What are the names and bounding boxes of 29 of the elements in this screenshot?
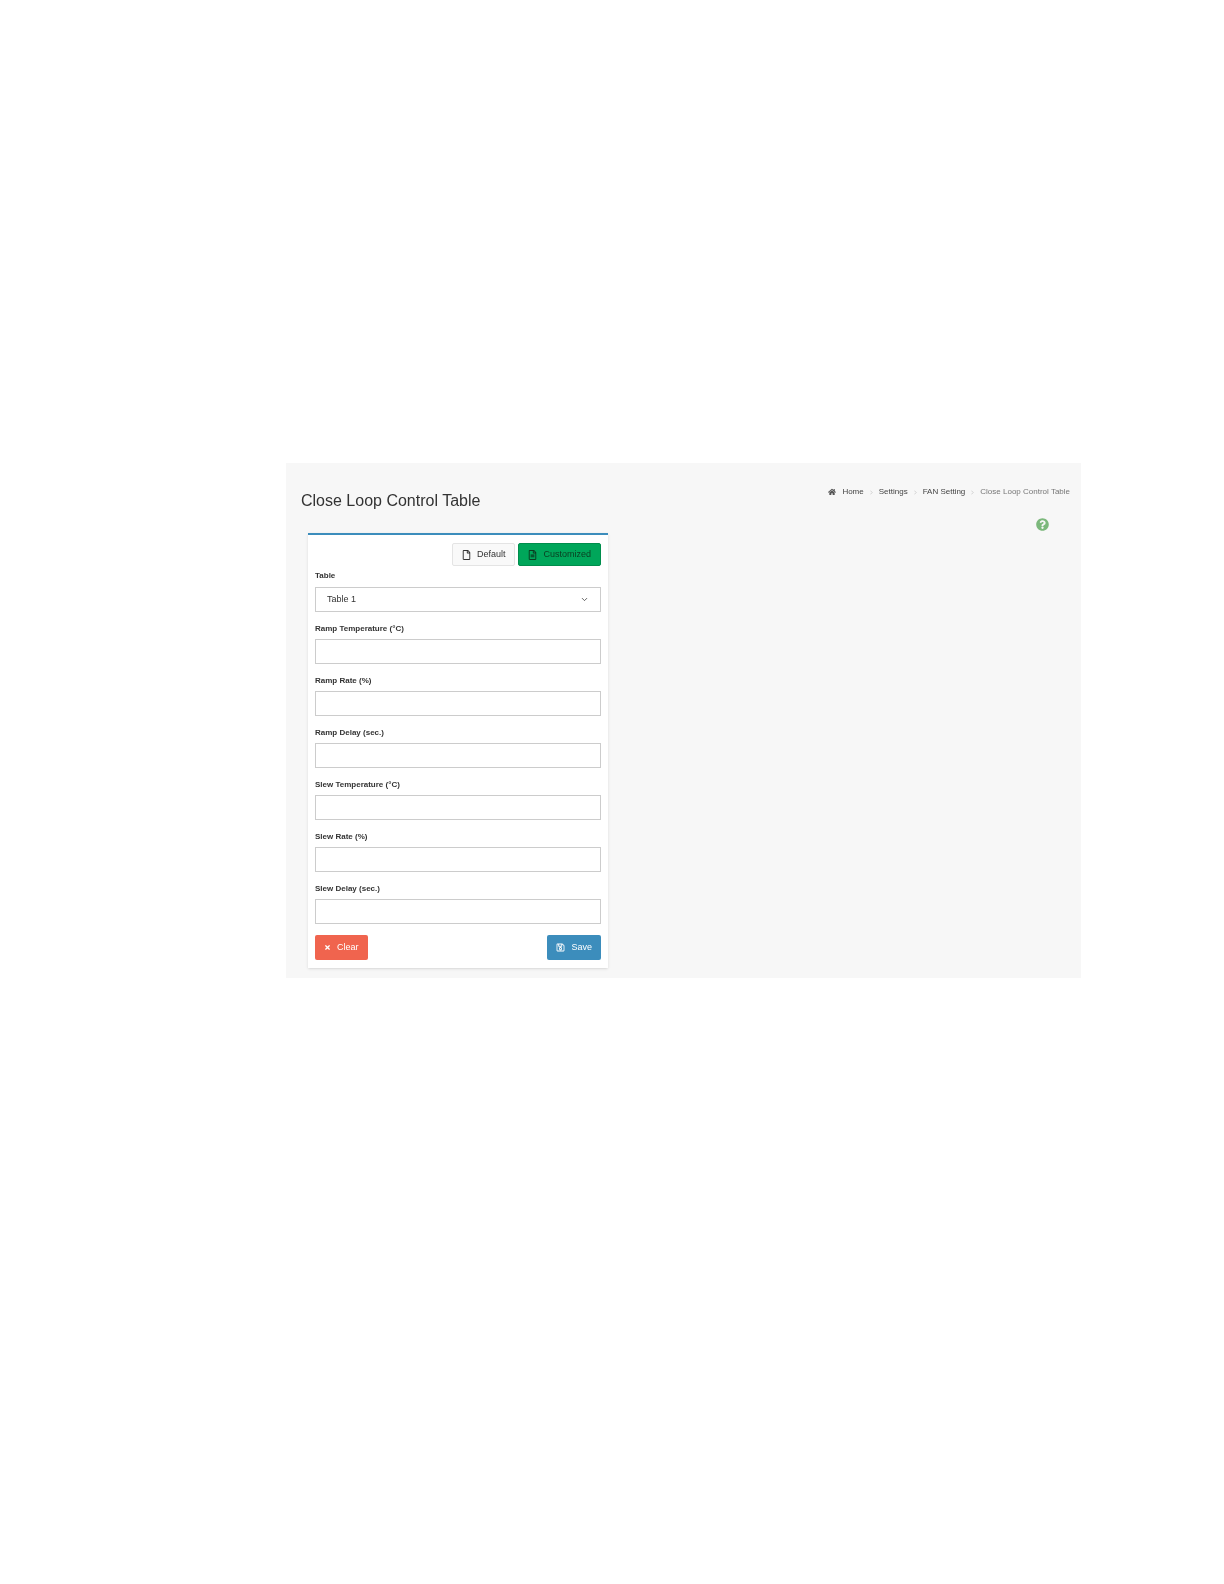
close-icon xyxy=(324,944,331,951)
breadcrumb-link[interactable]: Settings xyxy=(878,486,908,498)
help-icon[interactable] xyxy=(1036,518,1049,531)
field-label: Ramp Temperature (°C) xyxy=(315,623,405,635)
input-field[interactable] xyxy=(315,795,601,820)
chevron-down-icon xyxy=(580,595,589,604)
mode-button[interactable]: Customized xyxy=(518,543,601,566)
breadcrumb-link[interactable]: Home xyxy=(842,486,864,498)
field-label: Table xyxy=(315,570,337,582)
breadcrumb-link[interactable]: FAN Setting xyxy=(922,486,966,498)
mode-button[interactable]: Default xyxy=(451,543,516,566)
field-label: Slew Delay (sec.) xyxy=(315,883,381,895)
document-icon xyxy=(528,549,538,560)
page-title: Close Loop Control Table xyxy=(301,491,481,511)
field-label: Ramp Delay (sec.) xyxy=(315,727,385,739)
table-select[interactable]: Table 1 xyxy=(315,587,601,612)
save-icon xyxy=(556,943,566,952)
save-button[interactable]: Save xyxy=(547,935,601,960)
input-field[interactable] xyxy=(315,899,601,924)
input-field[interactable] xyxy=(315,847,601,872)
breadcrumb-current: Close Loop Control Table xyxy=(980,486,1070,498)
home-icon xyxy=(828,488,837,496)
field-label: Ramp Rate (%) xyxy=(315,675,373,687)
input-field[interactable] xyxy=(315,743,601,768)
document-icon xyxy=(461,549,471,560)
field-label: Slew Rate (%) xyxy=(315,831,369,843)
input-field[interactable] xyxy=(315,691,601,716)
input-field[interactable] xyxy=(315,639,601,664)
field-label: Slew Temperature (°C) xyxy=(315,779,401,791)
